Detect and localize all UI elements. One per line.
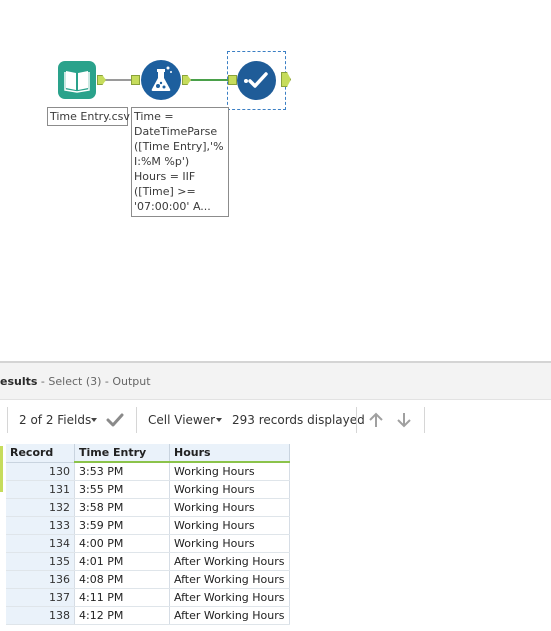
book-icon xyxy=(64,71,90,93)
results-title-source: - Select (3) - Output xyxy=(37,375,151,388)
records-count: 293 records displayed xyxy=(232,413,365,427)
annotation-line: '07:00:00' A... xyxy=(134,200,211,213)
workflow-canvas[interactable]: Time Entry.csv Time = DateTimeParse ([Ti… xyxy=(0,0,551,360)
select-tool[interactable] xyxy=(237,61,276,100)
hours-cell[interactable]: Working Hours xyxy=(169,462,290,481)
annotation-line: DateTimeParse xyxy=(134,125,218,138)
hours-cell[interactable]: After Working Hours xyxy=(169,606,290,625)
hours-cell[interactable]: Working Hours xyxy=(169,534,290,553)
connection-input-formula[interactable] xyxy=(106,79,132,81)
record-cell[interactable]: 135 xyxy=(6,552,75,571)
record-cell[interactable]: 136 xyxy=(6,570,75,589)
record-cell[interactable]: 133 xyxy=(6,516,75,535)
time-entry-cell[interactable]: 4:08 PM xyxy=(74,570,170,589)
toolbar-separator xyxy=(7,407,8,433)
annotation-line: I:%M %p') xyxy=(134,155,190,168)
annotation-line: ([Time Entry],'% xyxy=(134,140,224,153)
formula-tool-input-anchor[interactable] xyxy=(131,75,140,85)
time-entry-cell[interactable]: 3:59 PM xyxy=(74,516,170,535)
annotation-line: Hours = IIF xyxy=(134,170,196,183)
results-title: esults - Select (3) - Output xyxy=(0,375,151,388)
table-row[interactable]: 131 3:55 PM Working Hours xyxy=(6,480,290,499)
record-cell[interactable]: 138 xyxy=(6,606,75,625)
results-panel-header: esults - Select (3) - Output xyxy=(0,363,551,400)
results-title-main: esults xyxy=(0,375,38,388)
time-entry-cell[interactable]: 4:12 PM xyxy=(74,606,170,625)
hours-cell[interactable]: After Working Hours xyxy=(169,588,290,607)
chevron-down-icon[interactable] xyxy=(216,418,222,422)
select-tool-output-anchor[interactable] xyxy=(281,72,291,87)
column-header-time-entry[interactable]: Time Entry xyxy=(74,444,170,463)
formula-tool[interactable] xyxy=(141,60,181,100)
time-entry-cell[interactable]: 3:53 PM xyxy=(74,462,170,481)
table-row[interactable]: 130 3:53 PM Working Hours xyxy=(6,462,290,481)
table-row[interactable]: 134 4:00 PM Working Hours xyxy=(6,534,290,553)
table-header-row: Record Time Entry Hours xyxy=(6,444,290,463)
chevron-down-icon[interactable] xyxy=(91,418,97,422)
table-row[interactable]: 138 4:12 PM After Working Hours xyxy=(6,606,290,625)
input-data-tool[interactable] xyxy=(58,61,96,99)
flask-icon xyxy=(151,66,172,91)
table-row[interactable]: 136 4:08 PM After Working Hours xyxy=(6,570,290,589)
record-cell[interactable]: 132 xyxy=(6,498,75,517)
fields-dropdown[interactable]: 2 of 2 Fields xyxy=(19,413,91,427)
record-cell[interactable]: 130 xyxy=(6,462,75,481)
annotation-line: ([Time] >= xyxy=(134,185,196,198)
time-entry-cell[interactable]: 3:55 PM xyxy=(74,480,170,499)
hours-cell[interactable]: Working Hours xyxy=(169,516,290,535)
table-row[interactable]: 133 3:59 PM Working Hours xyxy=(6,516,290,535)
time-entry-cell[interactable]: 3:58 PM xyxy=(74,498,170,517)
cell-viewer-dropdown[interactable]: Cell Viewer xyxy=(148,413,215,427)
time-entry-cell[interactable]: 4:01 PM xyxy=(74,552,170,571)
results-panel: esults - Select (3) - Output 2 of 2 Fiel… xyxy=(0,361,551,631)
hours-cell[interactable]: Working Hours xyxy=(169,480,290,499)
input-tool-output-anchor[interactable] xyxy=(97,75,106,85)
formula-tool-annotation: Time = DateTimeParse ([Time Entry],'% I:… xyxy=(131,107,229,217)
annotation-line: Time = xyxy=(134,110,174,123)
time-entry-cell[interactable]: 4:11 PM xyxy=(74,588,170,607)
connection-formula-select[interactable] xyxy=(191,79,228,81)
toolbar-separator xyxy=(424,407,425,433)
results-toolbar: 2 of 2 Fields Cell Viewer 293 records di… xyxy=(0,400,551,440)
select-tool-input-anchor[interactable] xyxy=(228,75,237,85)
time-entry-cell[interactable]: 4:00 PM xyxy=(74,534,170,553)
record-cell[interactable]: 137 xyxy=(6,588,75,607)
record-cell[interactable]: 134 xyxy=(6,534,75,553)
toolbar-separator xyxy=(356,407,357,433)
input-tool-annotation: Time Entry.csv xyxy=(47,107,130,126)
formula-tool-output-anchor[interactable] xyxy=(182,75,191,85)
arrow-up-icon[interactable] xyxy=(366,410,386,430)
hours-cell[interactable]: After Working Hours xyxy=(169,570,290,589)
arrow-down-icon[interactable] xyxy=(394,410,414,430)
column-header-record[interactable]: Record xyxy=(6,444,75,463)
record-cell[interactable]: 131 xyxy=(6,480,75,499)
check-icon[interactable] xyxy=(106,412,124,428)
table-row[interactable]: 137 4:11 PM After Working Hours xyxy=(6,588,290,607)
results-table: Record Time Entry Hours 130 3:53 PM Work… xyxy=(6,444,290,625)
table-row[interactable]: 135 4:01 PM After Working Hours xyxy=(6,552,290,571)
checkmark-icon xyxy=(244,72,268,88)
toolbar-separator xyxy=(136,407,137,433)
table-row[interactable]: 132 3:58 PM Working Hours xyxy=(6,498,290,517)
side-tab[interactable] xyxy=(0,446,3,492)
column-header-hours[interactable]: Hours xyxy=(169,444,290,463)
hours-cell[interactable]: After Working Hours xyxy=(169,552,290,571)
hours-cell[interactable]: Working Hours xyxy=(169,498,290,517)
